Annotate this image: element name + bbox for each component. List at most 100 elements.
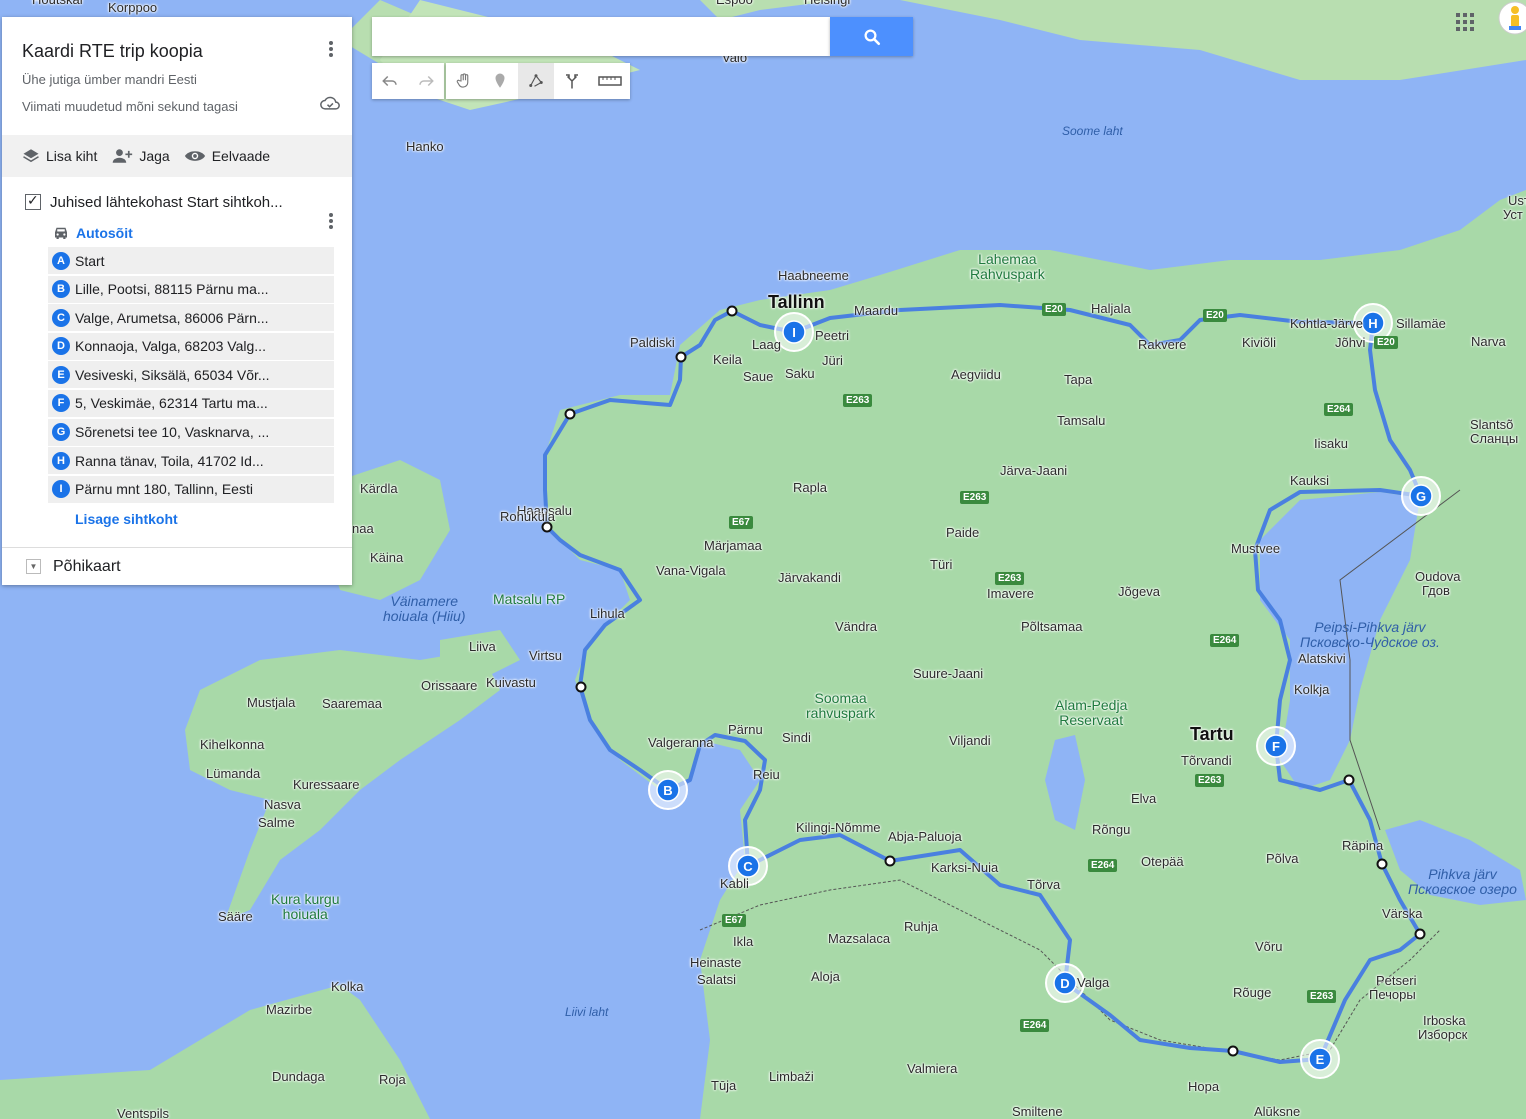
place-label: Valmiera — [907, 1061, 958, 1076]
map-side-panel: Kaardi RTE trip koopia Ühe jutiga ümber … — [2, 17, 352, 585]
preview-label: Eelvaade — [211, 148, 271, 164]
directions-button[interactable] — [554, 63, 590, 99]
measure-button[interactable] — [590, 63, 630, 99]
map-options-button[interactable] — [324, 39, 338, 59]
place-label: Гдов — [1422, 583, 1450, 598]
waypoint-item[interactable]: F 5, Veskimäe, 62314 Tartu ma... — [48, 389, 334, 417]
waypoint-label: Ranna tänav, Toila, 41702 Id... — [75, 452, 264, 469]
route-node[interactable] — [675, 351, 687, 363]
road-shield: E20 — [1203, 309, 1227, 322]
waypoint-label: Konnaoja, Valga, 68203 Valg... — [75, 338, 266, 355]
waypoint-item[interactable]: C Valge, Arumetsa, 86006 Pärn... — [48, 304, 334, 332]
more-vert-icon — [329, 213, 333, 217]
search-icon — [864, 29, 880, 45]
route-node[interactable] — [575, 681, 587, 693]
add-marker-button[interactable] — [482, 63, 518, 99]
place-label: Imavere — [987, 586, 1034, 601]
cloud-svg — [320, 96, 340, 110]
place-label: Kolkja — [1294, 682, 1330, 697]
place-label: Ruhja — [904, 919, 938, 934]
route-node[interactable] — [726, 305, 738, 317]
add-destination-link[interactable]: Lisage sihtkoht — [2, 511, 352, 527]
waypoint-marker[interactable]: F — [1256, 726, 1296, 766]
layer-options-button[interactable] — [324, 211, 338, 231]
layer-visibility-checkbox[interactable] — [25, 192, 41, 210]
place-label: Vana-Vigala — [656, 563, 726, 578]
route-node[interactable] — [1414, 928, 1426, 940]
waypoint-item[interactable]: H Ranna tänav, Toila, 41702 Id... — [48, 447, 334, 475]
cloud-saved-icon — [320, 95, 340, 116]
place-label: Otepää — [1141, 854, 1184, 869]
place-label: Ventspils — [117, 1106, 170, 1119]
draw-line-icon — [529, 74, 543, 87]
place-label: Smiltene — [1012, 1104, 1063, 1119]
panel-header: Kaardi RTE trip koopia Ühe jutiga ümber … — [2, 17, 352, 135]
place-label: Oudova — [1415, 569, 1461, 584]
waypoint-item[interactable]: G Sõrenetsi tee 10, Vasknarva, ... — [48, 418, 334, 446]
place-label: Kiviõli — [1242, 335, 1276, 350]
road-shield: E263 — [843, 394, 873, 407]
apps-grid-svg — [1456, 13, 1474, 31]
hand-tool-button[interactable] — [446, 63, 482, 99]
place-label: Jüri — [822, 353, 843, 368]
layer-title[interactable]: Juhised lähtekohast Start sihtkoh... — [50, 194, 283, 211]
road-shield: E263 — [960, 491, 990, 504]
route-node[interactable] — [1343, 774, 1355, 786]
waypoint-item[interactable]: A Start — [48, 247, 334, 274]
waypoint-badge: A — [52, 251, 70, 270]
place-label: Hanko — [406, 139, 444, 154]
redo-button[interactable] — [408, 63, 444, 99]
place-label: Tõrvandi — [1181, 753, 1232, 768]
waypoint-label: Pärnu mnt 180, Tallinn, Eesti — [75, 481, 253, 498]
share-button[interactable]: Jaga — [111, 147, 170, 165]
pegman-icon[interactable] — [1497, 0, 1526, 40]
history-group — [372, 63, 444, 99]
marker-letter: I — [792, 325, 796, 340]
place-label: Korppoo — [108, 0, 158, 15]
place-label: Jõgeva — [1118, 584, 1160, 599]
base-map-section[interactable]: ▼ Põhikaart — [2, 547, 352, 585]
place-label: Valga — [1077, 975, 1110, 990]
route-node[interactable] — [564, 408, 576, 420]
search-button[interactable] — [830, 17, 913, 56]
place-label: Alatskivi — [1298, 651, 1346, 666]
draw-line-button[interactable] — [518, 63, 554, 99]
undo-button[interactable] — [372, 63, 408, 99]
route-node[interactable] — [884, 855, 896, 867]
map-description[interactable]: Ühe jutiga ümber mandri Eesti — [22, 72, 332, 87]
undo-icon — [382, 75, 397, 87]
place-label: Tapa — [1064, 372, 1093, 387]
eye-icon — [184, 151, 205, 161]
add-layer-button[interactable]: Lisa kiht — [22, 147, 97, 165]
place-label: Põltsamaa — [1021, 619, 1083, 634]
park-label: Alam-Pedja Reservaat — [1055, 697, 1128, 728]
place-label: Tartu — [1190, 724, 1234, 744]
place-label: Laag — [752, 337, 781, 352]
waypoint-item[interactable]: D Konnaoja, Valga, 68203 Valg... — [48, 332, 334, 360]
waypoint-marker[interactable]: B — [648, 770, 688, 810]
preview-button[interactable]: Eelvaade — [184, 148, 270, 164]
waypoint-item[interactable]: B Lille, Pootsi, 88115 Pärnu ma... — [48, 275, 334, 303]
waypoint-item[interactable]: E Vesiveski, Siksälä, 65034 Võr... — [48, 361, 334, 389]
waypoint-marker[interactable]: E — [1300, 1039, 1340, 1079]
place-label: Nasva — [264, 797, 301, 812]
route-node[interactable] — [1376, 858, 1388, 870]
waypoint-marker[interactable]: G — [1401, 476, 1441, 516]
chevron-down-icon[interactable]: ▼ — [26, 559, 41, 574]
place-label: Dundaga — [272, 1069, 325, 1084]
waypoint-item[interactable]: I Pärnu mnt 180, Tallinn, Eesti — [48, 475, 334, 503]
place-label: Abja-Paluoja — [888, 829, 962, 844]
place-label: Mustvee — [1231, 541, 1281, 556]
place-label: Kohtla-Järve — [1290, 316, 1363, 331]
place-label: Mustjala — [247, 695, 296, 710]
map-title[interactable]: Kaardi RTE trip koopia — [22, 41, 332, 62]
route-node[interactable] — [1227, 1045, 1239, 1057]
apps-grid-icon[interactable] — [1455, 12, 1475, 32]
directions-layer: Juhised lähtekohast Start sihtkoh... Aut… — [2, 189, 352, 527]
more-vert-icon-dot — [329, 47, 333, 51]
search-input[interactable] — [372, 17, 830, 56]
pegman-svg — [1498, 1, 1526, 35]
place-label: Tūja — [711, 1078, 737, 1093]
place-label: Keila — [713, 352, 742, 367]
travel-mode[interactable]: Autosõit — [2, 222, 352, 244]
